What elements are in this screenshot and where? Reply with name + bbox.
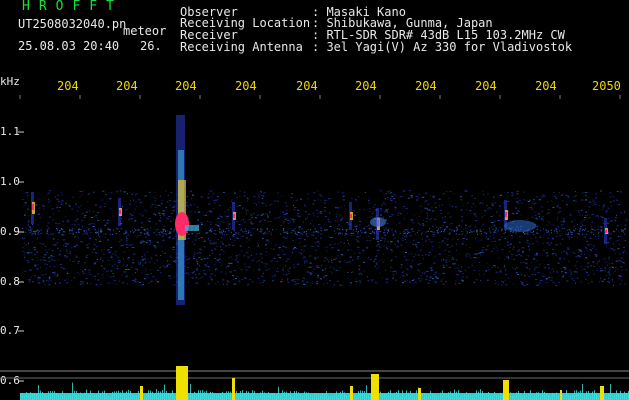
axis-ticks: [18, 95, 621, 382]
meteor-echoes: [31, 115, 608, 305]
noise-band: [22, 190, 628, 286]
spectrogram-plot: [0, 95, 629, 400]
